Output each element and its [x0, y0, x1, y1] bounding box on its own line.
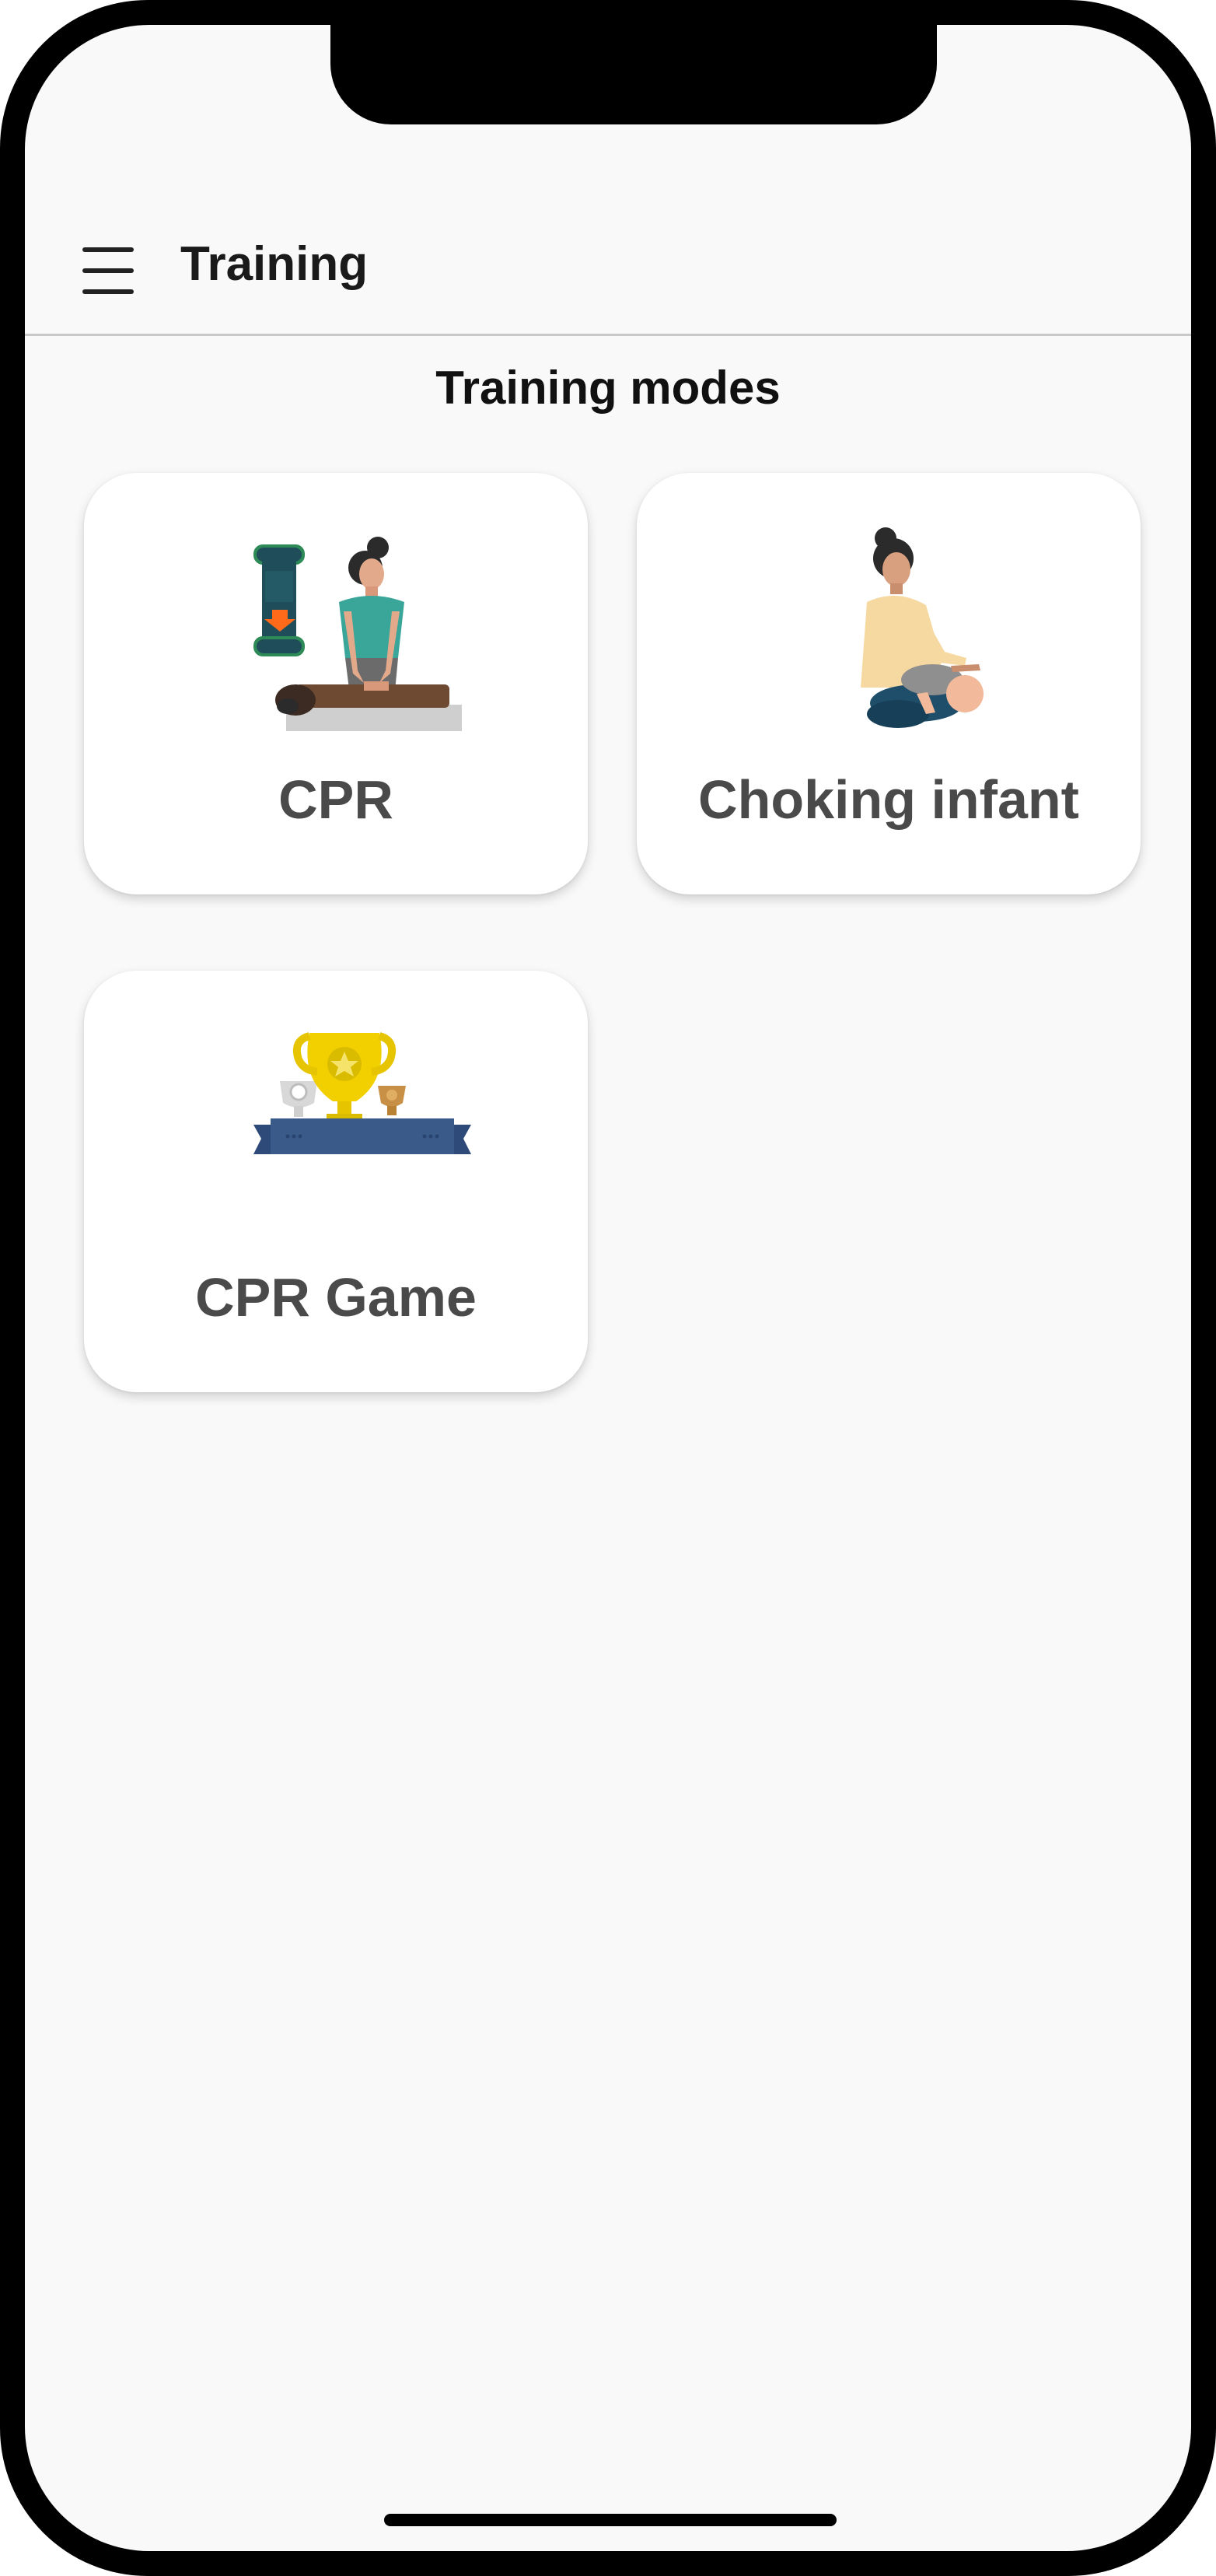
- choking-infant-mode-card[interactable]: Choking infant: [637, 473, 1141, 894]
- cpr-compression-icon: [253, 537, 462, 731]
- cpr-card-label: CPR: [278, 769, 393, 830]
- device-notch: [330, 25, 937, 124]
- hamburger-menu-icon[interactable]: [76, 233, 138, 296]
- cpr-mode-card[interactable]: CPR: [84, 473, 588, 894]
- choking-infant-card-label: Choking infant: [698, 769, 1079, 830]
- trophy-podium-icon: [253, 1032, 471, 1154]
- home-indicator[interactable]: [384, 2514, 837, 2526]
- phone-frame: Training Training modes CPR Choking infa…: [0, 0, 1216, 2576]
- choking-infant-icon: [861, 527, 984, 728]
- cpr-game-card-label: CPR Game: [195, 1267, 477, 1328]
- section-title: Training modes: [435, 362, 781, 414]
- cpr-game-mode-card[interactable]: CPR Game: [84, 971, 588, 1392]
- app-bar: Training: [25, 204, 1191, 336]
- app-screen: Training Training modes CPR Choking infa…: [25, 25, 1191, 2551]
- page-title: Training: [180, 237, 369, 291]
